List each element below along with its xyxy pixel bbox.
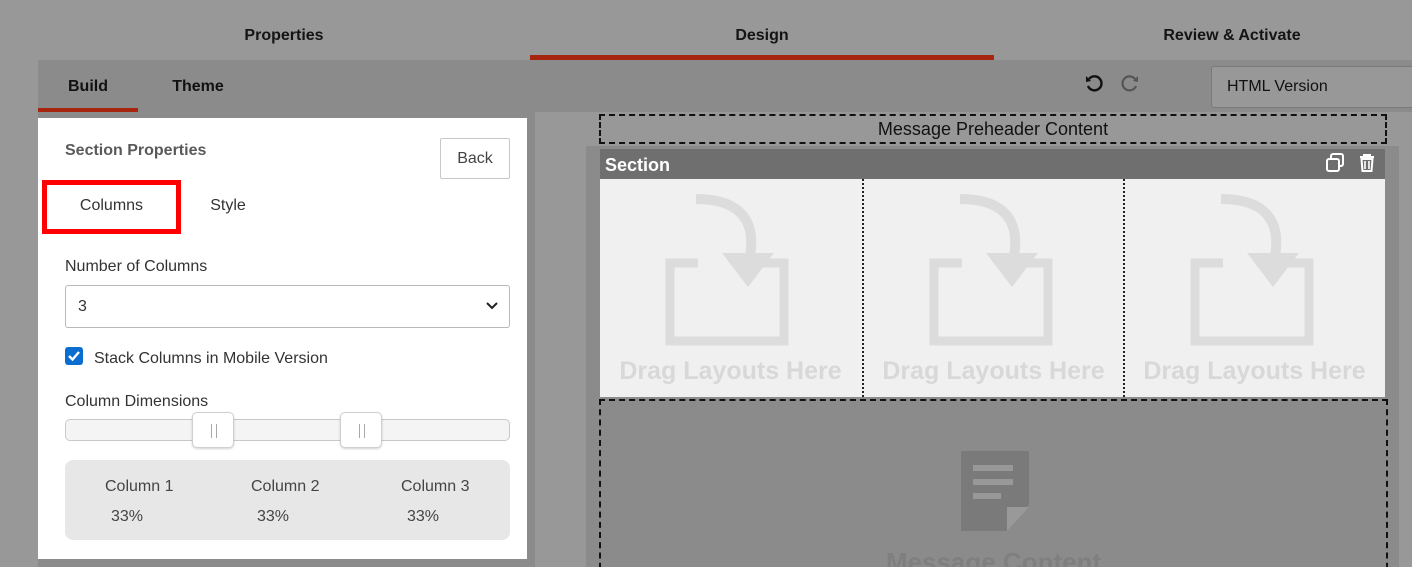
column-2-width: 33% [257,508,290,525]
panel-title: Section Properties [65,142,207,159]
checkmark-icon [68,351,80,362]
undo-icon[interactable] [1084,74,1104,94]
step-review-activate[interactable]: Review & Activate [1000,0,1412,60]
back-button[interactable]: Back [440,138,510,179]
section-columns: Drag Layouts Here Drag Layouts Here Drag… [600,179,1385,397]
column-dimensions-slider[interactable] [65,419,510,441]
column-1-width: 33% [111,508,144,525]
drop-arrow-icon [665,194,789,346]
column-3-name: Column 3 [401,478,470,495]
number-of-columns-select[interactable]: 3 [65,285,510,328]
drop-zone-column-3[interactable]: Drag Layouts Here [1123,179,1384,397]
drop-arrow-icon [1190,194,1314,346]
stack-columns-checkbox[interactable] [65,347,83,365]
wizard-steps: Properties Design Review & Activate [0,0,1412,60]
stack-columns-label: Stack Columns in Mobile Version [94,350,328,367]
column-widths-summary: Column 1 33% Column 2 33% Column 3 33% [65,460,510,540]
column-3-width: 33% [407,508,440,525]
tab-style[interactable]: Style [198,180,258,234]
drop-arrow-icon [929,194,1053,346]
document-icon [961,451,1029,531]
section-title: Section [605,155,671,175]
drop-zone-column-2[interactable]: Drag Layouts Here [862,179,1123,397]
tab-columns[interactable]: Columns [42,180,181,234]
tab-theme[interactable]: Theme [148,60,248,112]
drop-zone-label: Drag Layouts Here [619,357,842,385]
message-content-label: Message Content [885,547,1102,567]
slider-handle-1[interactable] [192,412,234,448]
editor-toolbar: Build Theme HTML Version [38,60,1412,112]
section-properties-panel: Section Properties Back Columns Style Nu… [38,118,527,559]
drop-zone-label: Drag Layouts Here [882,357,1105,385]
version-dropdown[interactable]: HTML Version [1211,66,1412,108]
duplicate-icon[interactable] [1324,152,1346,174]
slider-handle-2[interactable] [340,412,382,448]
column-dimensions-label: Column Dimensions [65,393,209,410]
message-content-area[interactable]: Message Content [599,399,1388,567]
number-of-columns-label: Number of Columns [65,258,208,275]
section-header[interactable]: Section [600,149,1385,179]
chevron-down-icon [486,302,498,310]
column-2-name: Column 2 [251,478,320,495]
tab-build[interactable]: Build [38,60,138,112]
redo-icon[interactable] [1120,74,1140,94]
column-1-name: Column 1 [105,478,174,495]
message-preheader[interactable]: Message Preheader Content [599,114,1387,144]
drop-zone-column-1[interactable]: Drag Layouts Here [600,179,861,397]
number-of-columns-value: 3 [78,298,87,315]
step-properties[interactable]: Properties [52,0,516,60]
trash-icon[interactable] [1356,152,1378,174]
step-design[interactable]: Design [530,0,994,60]
drop-zone-label: Drag Layouts Here [1143,357,1366,385]
